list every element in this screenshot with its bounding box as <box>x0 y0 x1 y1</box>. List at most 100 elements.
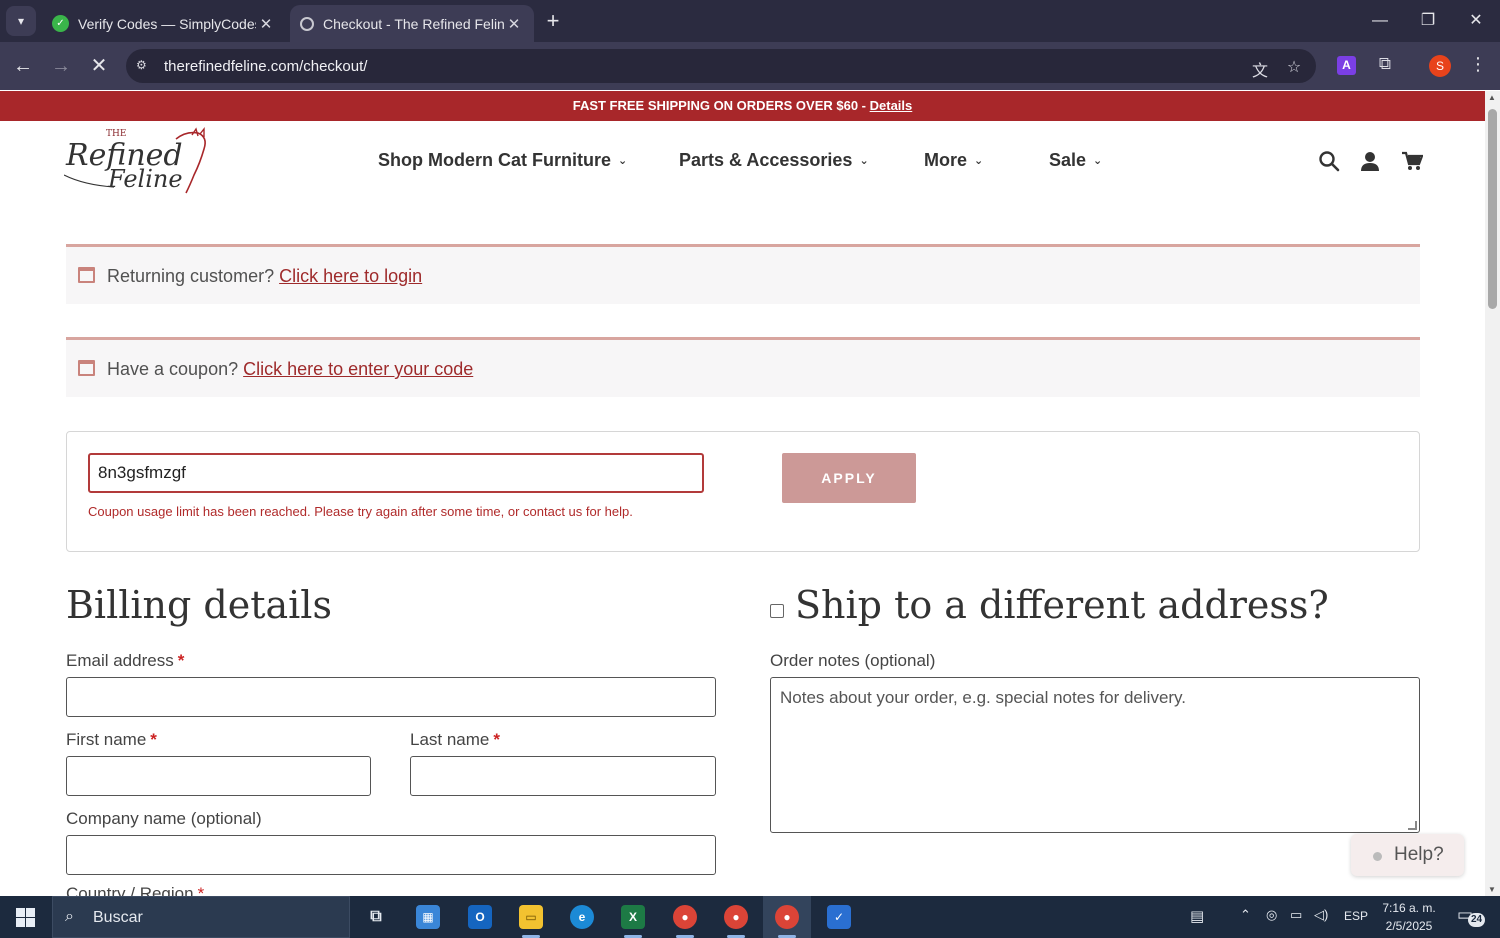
new-tab-button[interactable]: + <box>540 8 566 34</box>
required-mark: * <box>177 651 185 670</box>
resize-handle-icon[interactable] <box>1408 821 1417 830</box>
company-field[interactable] <box>66 835 716 875</box>
help-chat-button[interactable]: Help? <box>1351 834 1464 876</box>
browser-menu-icon[interactable]: ⋮ <box>1468 54 1488 75</box>
nav-label: Sale <box>1049 150 1087 170</box>
chrome-s-icon[interactable]: ● <box>763 896 811 938</box>
excel-icon[interactable]: X <box>615 901 651 938</box>
minimize-icon[interactable]: — <box>1367 8 1393 34</box>
promo-details-link[interactable]: Details <box>870 98 913 113</box>
nav-label: Shop Modern Cat Furniture <box>378 150 611 170</box>
windows-taskbar: ⌕ Buscar ⧉ ▦ O ▭ e X ● ● ● ✓ ▤ ⌃ ◎ ▭ ◁) … <box>0 896 1500 938</box>
billing-details-heading: Billing details <box>66 583 332 627</box>
nav-label: Parts & Accessories <box>679 150 853 170</box>
notification-center-icon[interactable]: ▭ 24 <box>1457 905 1486 929</box>
tab-search-button[interactable]: ▾ <box>6 6 36 36</box>
show-hidden-icons-icon[interactable]: ⌃ <box>1240 907 1251 923</box>
extensions-puzzle-icon[interactable]: ⧉ <box>1374 54 1396 76</box>
enter-coupon-link[interactable]: Click here to enter your code <box>243 359 473 379</box>
nav-parts-accessories[interactable]: Parts & Accessories ⌄ <box>679 150 869 171</box>
first-name-field[interactable] <box>66 756 371 796</box>
coupon-form: Coupon usage limit has been reached. Ple… <box>66 431 1420 552</box>
order-notes-placeholder: Notes about your order, e.g. special not… <box>780 688 1187 707</box>
search-icon[interactable] <box>1318 150 1340 172</box>
microsoft-store-icon[interactable]: ▦ <box>410 901 446 933</box>
taskbar-search-placeholder: Buscar <box>93 909 143 926</box>
url-text[interactable]: therefinedfeline.com/checkout/ <box>164 58 367 75</box>
volume-icon[interactable]: ◁) <box>1314 907 1328 923</box>
profile-avatar[interactable]: S <box>1429 55 1451 77</box>
chevron-down-icon: ⌄ <box>974 155 984 167</box>
promo-banner: FAST FREE SHIPPING ON ORDERS OVER $60 - … <box>0 91 1485 121</box>
simplycodes-icon: ✓ <box>52 15 69 32</box>
required-mark: * <box>150 730 157 749</box>
task-view-icon[interactable]: ⧉ <box>358 901 394 933</box>
taskbar-clock[interactable]: 7:16 a. m. 2/5/2025 <box>1378 899 1440 935</box>
page-scrollbar[interactable]: ▲ ▼ <box>1485 91 1500 896</box>
login-link[interactable]: Click here to login <box>279 266 422 286</box>
translate-icon[interactable]: 文 <box>1250 57 1270 80</box>
close-tab-icon[interactable]: ✕ <box>504 15 524 33</box>
scroll-up-icon[interactable]: ▲ <box>1488 93 1496 102</box>
first-name-label: First name * <box>66 730 157 750</box>
stop-loading-icon[interactable]: ✕ <box>86 53 112 79</box>
refined-feline-icon <box>300 16 314 31</box>
app-check-icon[interactable]: ✓ <box>821 901 857 933</box>
tab-title: Verify Codes — SimplyCodes <box>78 15 256 32</box>
chevron-down-icon: ⌄ <box>859 155 869 167</box>
outlook-icon[interactable]: O <box>462 901 498 933</box>
order-notes-label: Order notes (optional) <box>770 651 936 670</box>
account-icon[interactable] <box>1359 150 1381 172</box>
extension-a-icon[interactable]: A <box>1337 56 1356 75</box>
logo-line2: Feline <box>107 165 183 193</box>
site-logo[interactable]: THE Refined Feline <box>63 125 216 197</box>
cart-icon[interactable] <box>1401 150 1423 172</box>
nav-sale[interactable]: Sale ⌄ <box>1049 150 1102 171</box>
window-icon <box>78 267 95 283</box>
taskbar-search-box[interactable]: ⌕ Buscar <box>52 896 350 938</box>
browser-toolbar: ← → ✕ ⚙ therefinedfeline.com/checkout/ 文… <box>0 42 1500 90</box>
chevron-down-icon: ⌄ <box>1093 155 1103 167</box>
chrome-l-icon[interactable]: ● <box>667 901 703 938</box>
tab-simplycodes[interactable]: ✓ Verify Codes — SimplyCodes ✕ <box>42 5 286 42</box>
search-icon: ⌕ <box>65 908 74 925</box>
returning-customer-notice: Returning customer? Click here to login <box>66 244 1420 304</box>
windows-start-icon[interactable] <box>16 908 35 927</box>
site-info-icon[interactable]: ⚙ <box>136 58 152 74</box>
scrollbar-thumb[interactable] <box>1488 109 1497 309</box>
apply-coupon-button[interactable]: APPLY <box>782 453 916 503</box>
email-label: Email address * <box>66 651 184 671</box>
clock-date: 2/5/2025 <box>1385 919 1433 933</box>
promo-text: FAST FREE SHIPPING ON ORDERS OVER $60 - <box>572 98 870 113</box>
chrome-l2-icon[interactable]: ● <box>718 901 754 938</box>
label-text: Last name <box>410 730 490 749</box>
notice-text: Have a coupon? <box>107 359 239 379</box>
bookmark-star-icon[interactable]: ☆ <box>1284 57 1304 77</box>
status-dot-icon <box>1373 852 1382 861</box>
file-explorer-icon[interactable]: ▭ <box>513 901 549 938</box>
ship-different-address-checkbox[interactable] <box>770 604 784 618</box>
nav-shop-modern-cat-furniture[interactable]: Shop Modern Cat Furniture ⌄ <box>378 150 627 171</box>
nav-more[interactable]: More ⌄ <box>924 150 983 171</box>
scroll-down-icon[interactable]: ▼ <box>1488 885 1496 894</box>
back-arrow-icon[interactable]: ← <box>10 53 36 79</box>
tab-checkout[interactable]: Checkout - The Refined Feline ✕ <box>290 5 534 42</box>
restore-icon[interactable]: ❐ <box>1415 8 1441 34</box>
required-mark: * <box>197 884 205 896</box>
edge-icon[interactable]: e <box>564 901 600 933</box>
network-icon[interactable]: ▭ <box>1290 907 1302 923</box>
help-label: Help? <box>1394 844 1444 865</box>
keyboard-layout-icon[interactable]: ▤ <box>1190 907 1204 925</box>
last-name-field[interactable] <box>410 756 716 796</box>
forward-arrow-icon[interactable]: → <box>48 53 74 79</box>
coupon-notice: Have a coupon? Click here to enter your … <box>66 337 1420 397</box>
order-notes-textarea[interactable]: Notes about your order, e.g. special not… <box>770 677 1420 833</box>
close-window-icon[interactable]: ✕ <box>1463 8 1489 34</box>
refined-feline-logo-graphic: THE Refined Feline <box>63 127 206 194</box>
close-tab-icon[interactable]: ✕ <box>256 15 276 33</box>
address-bar[interactable]: ⚙ therefinedfeline.com/checkout/ 文 ☆ <box>126 49 1316 83</box>
coupon-code-input[interactable] <box>88 453 704 493</box>
meet-icon[interactable]: ◎ <box>1266 907 1277 923</box>
email-field[interactable] <box>66 677 716 717</box>
language-indicator[interactable]: ESP <box>1344 909 1368 923</box>
